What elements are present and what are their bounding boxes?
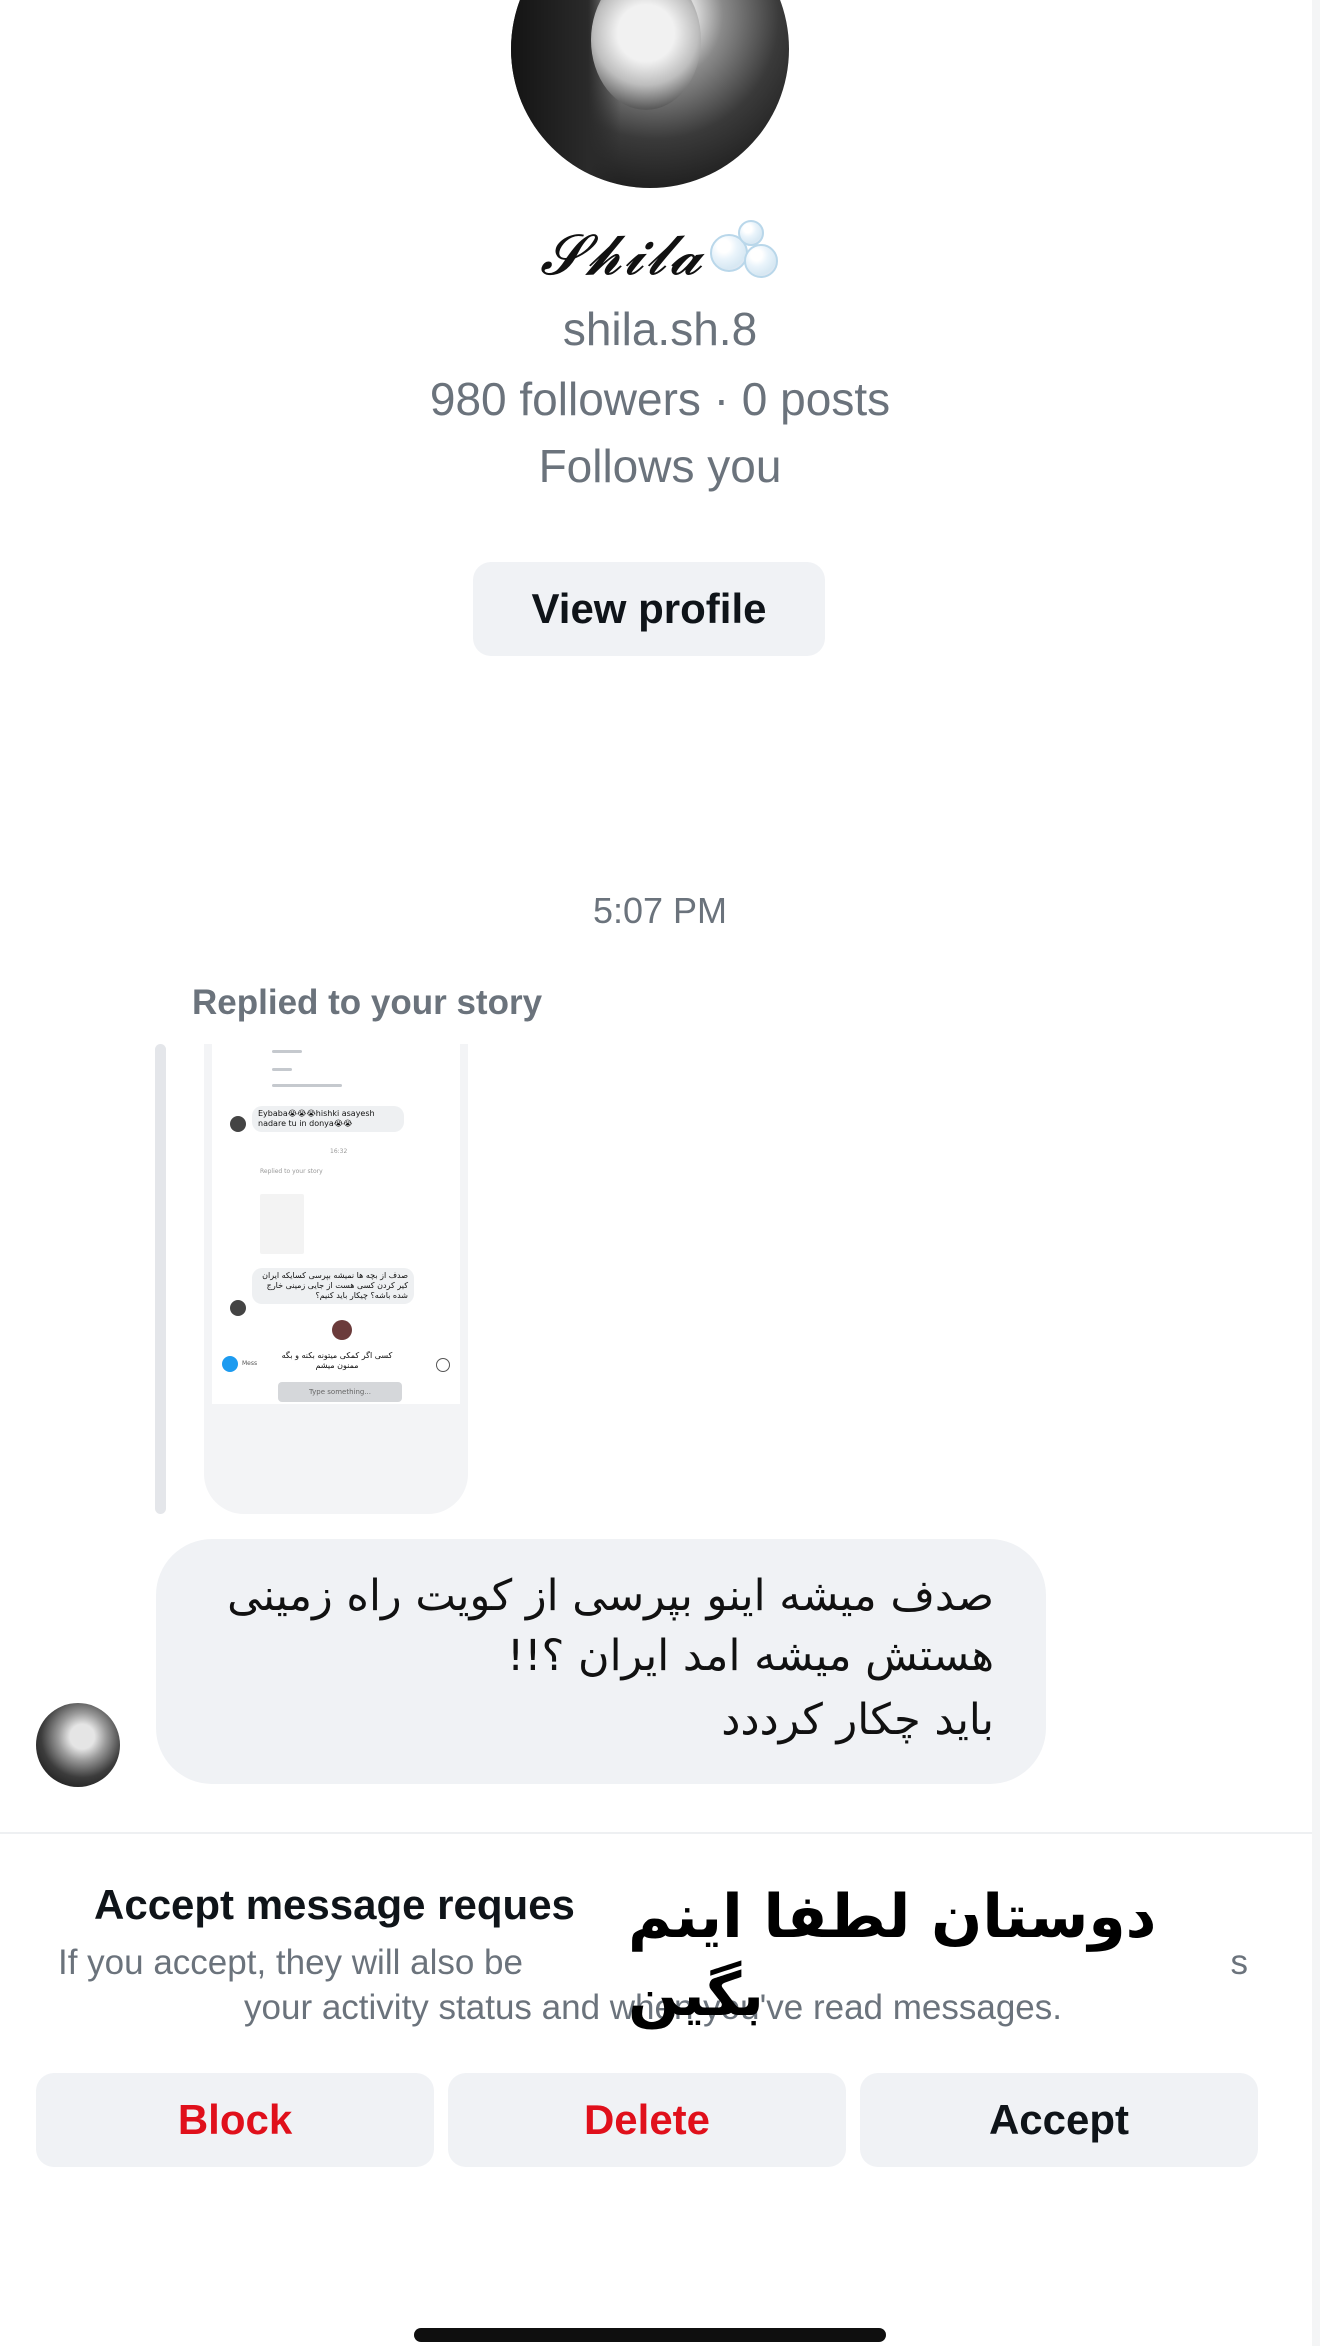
profile-username: shila.sh.8 (562, 303, 758, 355)
mini-line (272, 1050, 302, 1053)
profile-display-name: 𝓢𝓱𝓲𝓵𝓪 (0, 220, 1320, 289)
message-timestamp: 5:07 PM (592, 890, 728, 931)
description-right: s (1230, 1943, 1249, 1982)
accept-request-title: Accept message reques (94, 1881, 575, 1928)
home-indicator[interactable] (414, 2328, 886, 2342)
message-bubble[interactable]: صدف میشه اینو بپرسی از کویت راه زمینی هس… (156, 1539, 1046, 1784)
description-left: If you accept, they will also be (58, 1943, 523, 1982)
story-reply-preview[interactable]: Eybaba😭😭😭hishki asayesh nadare tu in don… (204, 1044, 468, 1514)
mini-line (272, 1068, 292, 1071)
profile-avatar[interactable] (511, 0, 789, 188)
bubbles-icon (708, 220, 780, 280)
mini-plus-icon (436, 1358, 450, 1372)
mini-avatar (332, 1320, 352, 1340)
reply-quote-bar (155, 1044, 166, 1514)
mini-camera-icon (222, 1356, 238, 1372)
mini-message-bubble: Eybaba😭😭😭hishki asayesh nadare tu in don… (252, 1106, 404, 1132)
block-button[interactable]: Block (36, 2073, 434, 2167)
message-line: صدف میشه اینو بپرسی از کویت راه زمینی (227, 1571, 994, 1621)
mini-avatar (230, 1300, 246, 1316)
mini-message-bubble: صدف از بچه ها نمیشه بپرسی کسایکه ایران ک… (252, 1268, 414, 1304)
mini-replied-label: Replied to your story (260, 1168, 323, 1175)
mini-caption: کسی اگر کمکی میتونه بکنه و بگه ممنون میش… (272, 1348, 402, 1374)
mini-line (272, 1084, 342, 1087)
delete-button[interactable]: Delete (448, 2073, 846, 2167)
sender-avatar[interactable] (36, 1703, 120, 1787)
display-name-text: 𝓢𝓱𝓲𝓵𝓪 (540, 223, 704, 288)
footer-divider (0, 1832, 1312, 1834)
overlay-caption: دوستان لطفا اینم بگین (628, 1878, 1208, 2030)
mini-time: 16:32 (330, 1148, 348, 1155)
profile-stats: 980 followers · 0 posts (429, 373, 891, 425)
replied-to-story-label: Replied to your story (192, 983, 543, 1022)
message-line: هستش میشه امد ایران ؟!! (507, 1631, 994, 1681)
mini-input-field: Type something... (278, 1382, 402, 1402)
mini-input-label: Mess (242, 1360, 258, 1367)
accept-button[interactable]: Accept (860, 2073, 1258, 2167)
follows-you-label: Follows you (538, 440, 782, 492)
mini-avatar (230, 1116, 246, 1132)
view-profile-button[interactable]: View profile (473, 562, 825, 656)
message-line: باید چکار کرددد (721, 1695, 994, 1745)
story-screenshot: Eybaba😭😭😭hishki asayesh nadare tu in don… (212, 1044, 460, 1404)
mini-story-thumb (260, 1194, 304, 1254)
